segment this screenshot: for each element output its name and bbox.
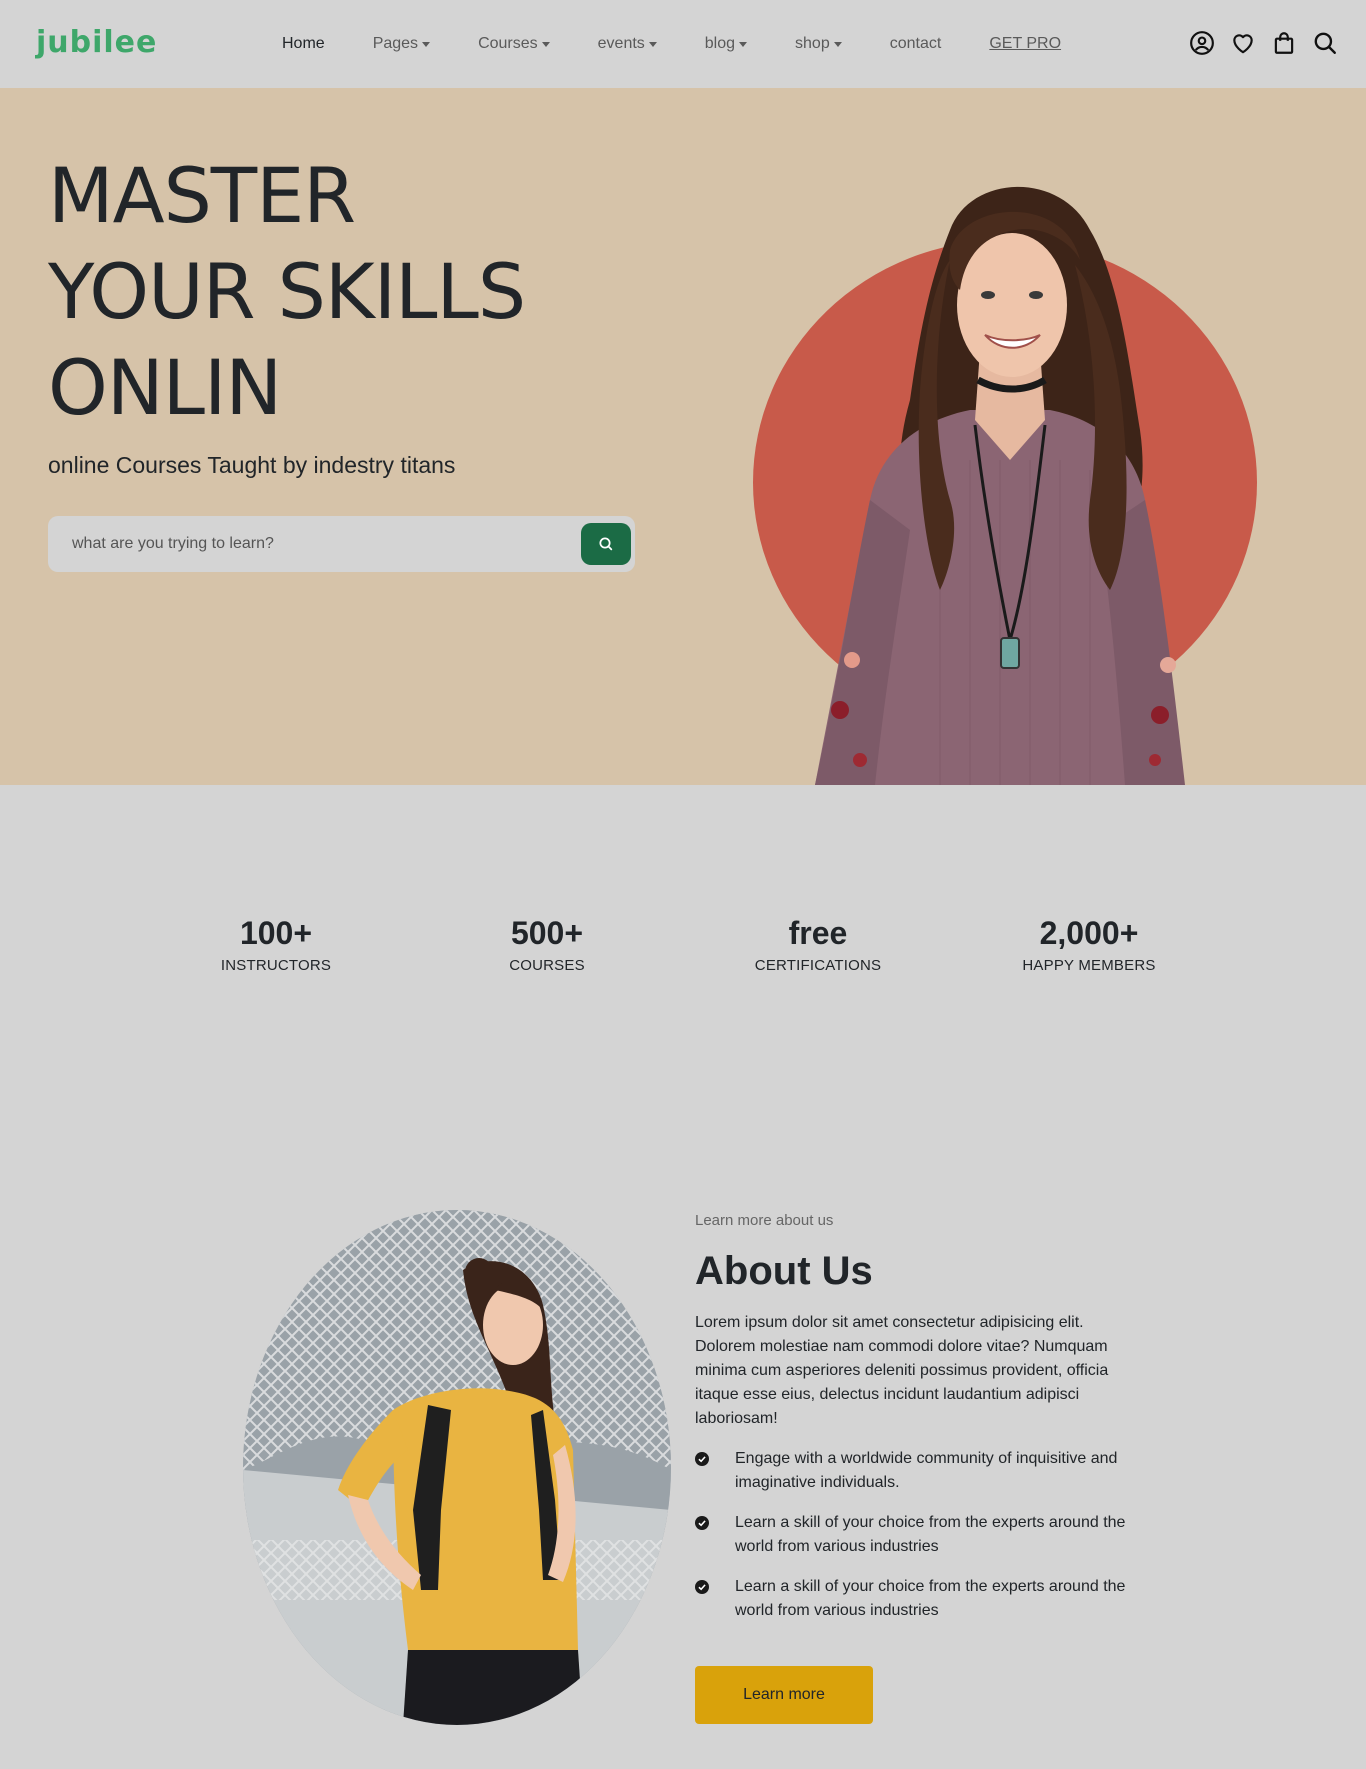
hero-student-photo xyxy=(815,186,1185,785)
learn-more-button[interactable]: Learn more xyxy=(695,1666,873,1724)
hero-subtitle: online Courses Taught by indestry titans xyxy=(48,452,456,478)
chevron-down-icon xyxy=(648,41,657,47)
stat-value: free xyxy=(788,915,848,951)
nav-contact[interactable]: contact xyxy=(890,35,942,53)
nav-home[interactable]: Home xyxy=(282,35,325,53)
hero-section: MASTER YOUR SKILLS ONLIN online Courses … xyxy=(0,88,1366,785)
nav-blog[interactable]: blog xyxy=(704,35,748,53)
check-circle-icon xyxy=(695,1580,709,1594)
user-circle-icon[interactable] xyxy=(1189,30,1215,56)
stats-section: 100+ INSTRUCTORS 500+ COURSES free CERTI… xyxy=(0,785,1366,1115)
brand-logo[interactable]: jubilee xyxy=(36,26,157,60)
stat-label: COURSES xyxy=(509,957,585,974)
top-navbar: jubilee Home Pages Courses events blog s… xyxy=(0,0,1366,88)
search-icon[interactable] xyxy=(1312,30,1338,56)
search-icon xyxy=(599,537,613,551)
nav-icon-group xyxy=(1174,30,1338,56)
nav-courses-label: Courses xyxy=(478,35,538,52)
stat-label: HAPPY MEMBERS xyxy=(1022,957,1156,974)
stat-value: 100+ xyxy=(239,915,313,951)
about-paragraph: Lorem ipsum dolor sit amet consectetur a… xyxy=(695,1314,1109,1427)
hero-search-box xyxy=(48,516,635,572)
hero-title-line: MASTER xyxy=(48,151,356,240)
heart-icon[interactable] xyxy=(1230,30,1256,56)
stat-instructors: 100+ INSTRUCTORS xyxy=(166,913,386,974)
stat-value: 2,000+ xyxy=(1039,915,1139,951)
about-feature-list: Engage with a worldwide community of inq… xyxy=(695,1447,1135,1623)
chevron-down-icon xyxy=(739,41,748,47)
nav-shop[interactable]: shop xyxy=(795,35,842,53)
hero-title-line: ONLIN xyxy=(48,343,282,432)
about-photo-illustration xyxy=(243,1210,671,1725)
about-kicker: Learn more about us xyxy=(695,1212,834,1229)
about-title: About Us xyxy=(695,1249,873,1293)
nav-home-label: Home xyxy=(282,35,325,52)
nav-pages-label: Pages xyxy=(372,35,419,52)
stat-value: 500+ xyxy=(510,915,584,951)
stat-label: CERTIFICATIONS xyxy=(754,957,882,974)
list-item: Learn a skill of your choice from the ex… xyxy=(695,1511,1135,1559)
main-nav: Home Pages Courses events blog shop cont… xyxy=(282,0,1061,88)
nav-events[interactable]: events xyxy=(598,35,657,53)
nav-contact-label: contact xyxy=(889,35,942,52)
nav-shop-label: shop xyxy=(795,35,830,52)
nav-get-pro-label: GET PRO xyxy=(989,35,1062,52)
chevron-down-icon xyxy=(422,41,431,47)
hero-title: MASTER YOUR SKILLS ONLIN xyxy=(48,148,608,436)
nav-blog-label: blog xyxy=(704,35,736,52)
list-item: Engage with a worldwide community of inq… xyxy=(695,1447,1135,1495)
feature-text: Learn a skill of your choice from the ex… xyxy=(735,1578,1126,1619)
stat-certifications: free CERTIFICATIONS xyxy=(708,913,928,974)
shopping-bag-icon[interactable] xyxy=(1271,30,1297,56)
course-search-input[interactable] xyxy=(48,516,568,572)
stat-label: INSTRUCTORS xyxy=(220,957,332,974)
feature-text: Engage with a worldwide community of inq… xyxy=(735,1450,1118,1491)
search-submit-button[interactable] xyxy=(581,523,631,565)
chevron-down-icon xyxy=(541,41,550,47)
chevron-down-icon xyxy=(833,41,842,47)
about-section: Learn more about us About Us Lorem ipsum… xyxy=(695,1212,1135,1639)
feature-text: Learn a skill of your choice from the ex… xyxy=(735,1514,1126,1555)
list-item: Learn a skill of your choice from the ex… xyxy=(695,1575,1135,1623)
nav-get-pro[interactable]: GET PRO xyxy=(989,35,1061,53)
nav-courses[interactable]: Courses xyxy=(478,35,550,53)
stat-happy-members: 2,000+ HAPPY MEMBERS xyxy=(979,913,1199,974)
nav-events-label: events xyxy=(597,35,645,52)
nav-pages[interactable]: Pages xyxy=(372,35,431,53)
about-student-photo xyxy=(243,1210,671,1725)
check-circle-icon xyxy=(695,1452,709,1466)
stat-courses: 500+ COURSES xyxy=(437,913,657,974)
check-circle-icon xyxy=(695,1516,709,1530)
hero-title-line: YOUR SKILLS xyxy=(48,247,526,336)
